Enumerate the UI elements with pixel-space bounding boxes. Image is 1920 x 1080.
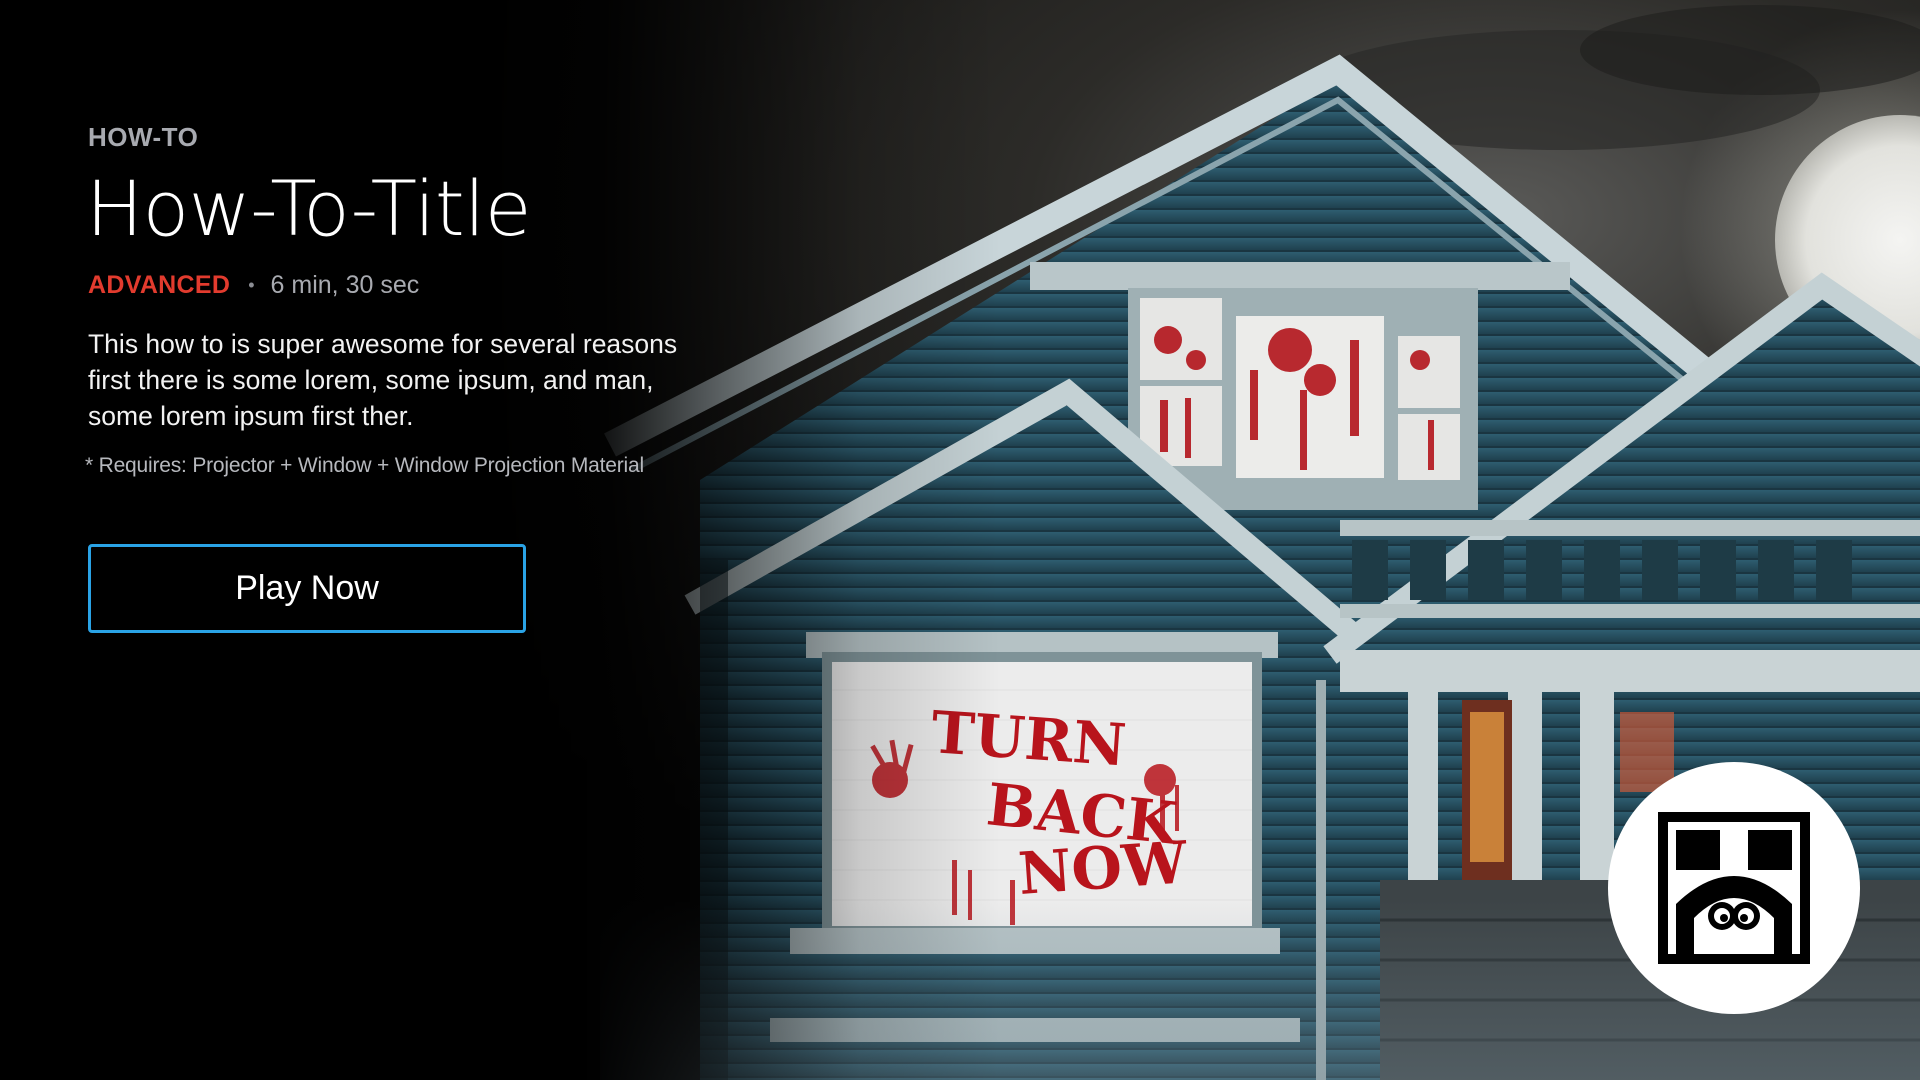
play-now-button[interactable]: Play Now xyxy=(88,544,526,633)
brand-logo-badge xyxy=(1608,762,1860,1014)
meta-row: ADVANCED • 6 min, 30 sec xyxy=(88,271,708,300)
description-text: This how to is super awesome for several… xyxy=(88,329,678,431)
duration-label: 6 min, 30 sec xyxy=(270,271,420,299)
window-monster-logo-icon xyxy=(1658,812,1810,964)
difficulty-badge: ADVANCED xyxy=(88,271,231,299)
info-panel: HOW-TO How-To-Title ADVANCED • 6 min, 30… xyxy=(85,122,708,478)
svg-text:TURN: TURN xyxy=(929,698,1128,779)
requirements-text: * Requires: Projector + Window + Window … xyxy=(85,454,644,477)
meta-separator: • xyxy=(248,275,255,295)
page-title: How-To-Title xyxy=(86,164,532,253)
how-to-detail-screen: TURN BACK NOW HOW-TO How-To-Title ADVANC… xyxy=(0,0,1920,1080)
category-label: HOW-TO xyxy=(88,122,199,152)
svg-text:NOW: NOW xyxy=(1016,828,1190,908)
